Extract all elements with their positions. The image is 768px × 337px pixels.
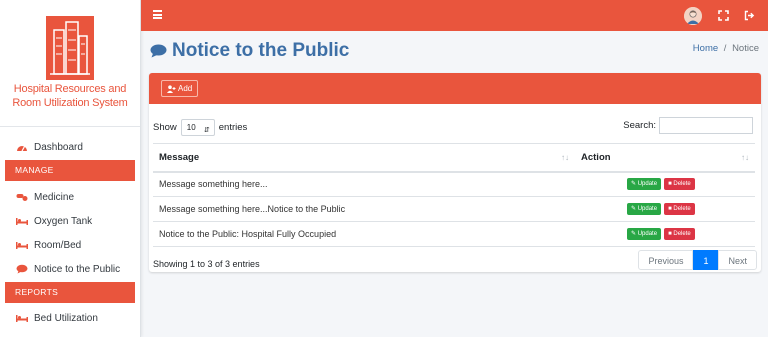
sidebar-item-oxygen-tank[interactable]: Oxygen Tank: [0, 209, 140, 233]
comment-icon: [150, 44, 167, 58]
entries-label: entries: [218, 122, 248, 133]
brand-name-line2: Room Utilization System: [12, 97, 128, 109]
action-cell: ✎ Update ■ Delete: [575, 171, 755, 197]
sidebar-item-label: Notice to the Public: [34, 263, 121, 275]
column-header-label: Message: [159, 151, 200, 163]
notice-table: Message ↑↓ Action ↑↓ Message something h…: [153, 143, 755, 247]
top-navbar: [141, 0, 768, 31]
pagination-page-1[interactable]: 1: [693, 250, 719, 270]
update-button[interactable]: ✎ Update: [627, 178, 662, 191]
update-label: Update: [637, 231, 658, 237]
table-row: Message something here...Notice to the P…: [153, 196, 755, 222]
table-info: Showing 1 to 3 of 3 entries: [153, 259, 260, 269]
brand: Hospital Resources and Room Utilization …: [0, 0, 140, 127]
logout-icon[interactable]: [744, 10, 755, 21]
sidebar-item-label: Oxygen Tank: [34, 215, 93, 227]
sidebar-item-notice[interactable]: Notice to the Public: [0, 257, 140, 281]
add-notice-button[interactable]: Add: [161, 80, 199, 97]
user-plus-icon: [167, 84, 176, 93]
notice-card: Add Show 10 ⇵ entries Search: Message ↑↓…: [149, 73, 761, 272]
message-cell: Notice to the Public: Hospital Fully Occ…: [153, 221, 575, 247]
sidebar-item-label: Bed Utilization: [34, 312, 98, 324]
action-cell: ✎ Update ■ Delete: [575, 221, 755, 247]
breadcrumb-current: Notice: [732, 43, 759, 54]
sidebar-item-label: Medicine: [34, 191, 75, 203]
trash-icon: ■: [668, 231, 672, 237]
comment-icon: [16, 264, 28, 274]
column-header-message[interactable]: Message ↑↓: [153, 143, 575, 173]
page-title-text: Notice to the Public: [172, 40, 350, 61]
search-input[interactable]: [659, 117, 753, 134]
column-header-label: Action: [581, 151, 611, 163]
delete-label: Delete: [673, 231, 691, 237]
entries-select-value: 10: [186, 123, 196, 132]
message-cell: Message something here...: [153, 171, 575, 197]
pagination-next[interactable]: Next: [718, 250, 757, 270]
bed-icon: [16, 240, 28, 250]
sidebar-header-manage: MANAGE: [5, 160, 135, 181]
select-arrows-icon: ⇵: [203, 127, 210, 134]
column-header-action[interactable]: Action ↑↓: [575, 143, 755, 173]
pagination-previous[interactable]: Previous: [638, 250, 694, 270]
fullscreen-icon[interactable]: [718, 10, 729, 21]
pagination: Previous 1 Next: [638, 250, 757, 270]
breadcrumb-separator: /: [723, 43, 727, 54]
table-row: Message something here... ✎ Update ■ Del…: [153, 171, 755, 197]
pencil-icon: ✎: [631, 206, 637, 212]
sidebar-item-dashboard[interactable]: Dashboard: [0, 135, 140, 159]
trash-icon: ■: [668, 181, 672, 188]
action-cell: ✎ Update ■ Delete: [575, 196, 755, 222]
dashboard-icon: [16, 142, 28, 152]
sidebar-item-label: Dashboard: [34, 141, 83, 153]
table-row: Notice to the Public: Hospital Fully Occ…: [153, 221, 755, 247]
update-label: Update: [637, 206, 658, 212]
sort-icon: ↑↓: [741, 153, 749, 162]
entries-length-control: Show 10 ⇵ entries: [153, 119, 247, 136]
sidebar-item-medicine[interactable]: Medicine: [0, 185, 140, 209]
trash-icon: ■: [668, 206, 672, 212]
delete-button[interactable]: ■ Delete: [664, 228, 695, 240]
pencil-icon: ✎: [631, 231, 637, 237]
breadcrumb-home-link[interactable]: Home: [693, 43, 718, 54]
sidebar-item-label: Room/Bed: [34, 239, 82, 251]
message-cell: Message something here...Notice to the P…: [153, 196, 575, 222]
table-search: Search:: [623, 117, 753, 134]
delete-button[interactable]: ■ Delete: [664, 203, 695, 215]
add-button-label: Add: [178, 84, 193, 93]
user-avatar[interactable]: [684, 7, 702, 25]
delete-button[interactable]: ■ Delete: [664, 178, 695, 191]
update-button[interactable]: ✎ Update: [627, 203, 662, 215]
sidebar-item-bed-utilization[interactable]: Bed Utilization: [0, 306, 140, 330]
entries-select[interactable]: 10 ⇵: [180, 119, 215, 136]
update-button[interactable]: ✎ Update: [627, 228, 662, 240]
sort-icon: ↑↓: [561, 153, 569, 162]
pencil-icon: ✎: [631, 181, 637, 188]
sidebar-header-reports: REPORTS: [5, 282, 135, 303]
delete-label: Delete: [673, 206, 691, 212]
bed-icon: [16, 313, 28, 323]
menu-toggle-icon[interactable]: [153, 10, 162, 19]
pills-icon: [16, 192, 28, 202]
brand-name-line1: Hospital Resources and: [13, 83, 127, 95]
card-header: Add: [149, 73, 761, 104]
search-label: Search:: [623, 120, 656, 131]
delete-label: Delete: [673, 181, 691, 188]
update-label: Update: [637, 181, 658, 188]
hospital-logo-icon: [46, 16, 94, 80]
sidebar-item-room-bed[interactable]: Room/Bed: [0, 233, 140, 257]
page-title: Notice to the Public: [150, 40, 349, 62]
table-header-row: Message ↑↓ Action ↑↓: [153, 143, 755, 173]
breadcrumb: Home / Notice: [693, 43, 759, 54]
bed-icon: [16, 216, 28, 226]
show-label: Show: [153, 122, 177, 133]
sidebar: Hospital Resources and Room Utilization …: [0, 0, 141, 337]
